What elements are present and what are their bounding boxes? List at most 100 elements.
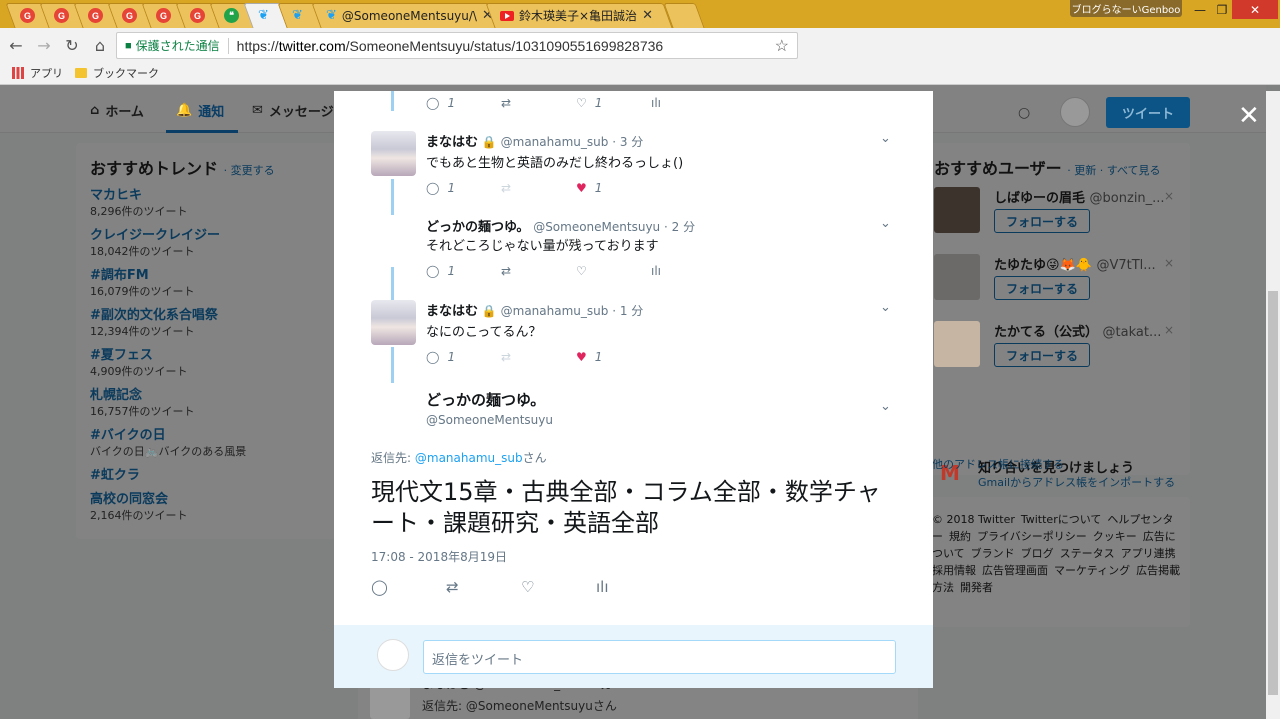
main-tweet-text: 現代文15章・古典全部・コラム全部・数学チャート・課題研究・英語全部 bbox=[371, 478, 881, 537]
dismiss-icon[interactable]: × bbox=[1164, 323, 1174, 337]
footer-link[interactable]: Twitterについて bbox=[1021, 513, 1102, 526]
footer-link[interactable]: ブランド bbox=[971, 547, 1015, 560]
footer-links: © 2018 Twitter Twitterについて ヘルプセンター 規約 プライバシー… bbox=[926, 497, 1190, 627]
follow-button[interactable]: フォローする bbox=[994, 276, 1090, 300]
reply-input[interactable]: 返信をツイート bbox=[423, 640, 896, 674]
avatar[interactable] bbox=[934, 187, 980, 233]
follow-button[interactable]: フォローする bbox=[994, 343, 1090, 367]
bookmark-folder[interactable]: ブックマーク bbox=[93, 65, 159, 81]
reload-icon[interactable]: ↻ bbox=[60, 36, 84, 55]
trend-item[interactable]: 札幌記念 16,757件のツイート bbox=[90, 384, 322, 419]
other-address-book-link[interactable]: 他のアドレス帳に接続する bbox=[932, 456, 1064, 472]
like-icon[interactable]: ♡ 1 bbox=[576, 96, 651, 110]
window-close-button[interactable]: ✕ bbox=[1232, 0, 1278, 19]
back-icon[interactable]: ← bbox=[4, 36, 28, 55]
nav-notifications[interactable]: 🔔 通知 bbox=[176, 101, 224, 120]
footer-link[interactable]: 開発者 bbox=[960, 581, 993, 594]
like-icon[interactable]: ♥ 1 bbox=[576, 350, 651, 364]
footer-link[interactable]: ステータス bbox=[1060, 547, 1115, 560]
follow-button[interactable]: フォローする bbox=[994, 209, 1090, 233]
bookmark-star-icon[interactable]: ☆ bbox=[775, 36, 789, 56]
trend-item[interactable]: マカヒキ 8,296件のツイート bbox=[90, 184, 322, 219]
tweet-actions: ◯ 1 ⇄ ♥ 1 bbox=[426, 181, 726, 195]
lock-icon: 🔒 bbox=[481, 135, 497, 149]
scrollbar[interactable] bbox=[1266, 91, 1280, 719]
browser-toolbar: ← → ↻ ⌂ ■ 保護された通信 https://twitter.com/So… bbox=[0, 28, 1280, 80]
avatar[interactable] bbox=[934, 254, 980, 300]
footer-link[interactable]: プライバシーポリシー bbox=[977, 530, 1087, 543]
avatar[interactable] bbox=[1060, 97, 1090, 127]
chevron-down-icon[interactable]: ⌄ bbox=[880, 399, 891, 414]
reply-icon[interactable]: ◯ 1 bbox=[426, 350, 501, 364]
search-icon[interactable]: ○ bbox=[1018, 105, 1030, 121]
footer-link[interactable]: アプリ連携 bbox=[1121, 547, 1176, 560]
footer-link[interactable]: 広告管理画面 bbox=[982, 564, 1048, 577]
apps-icon[interactable] bbox=[12, 67, 24, 79]
avatar[interactable] bbox=[371, 387, 416, 432]
analytics-icon[interactable]: ılı bbox=[651, 264, 726, 278]
tab-content[interactable]: ❦ @SomeoneMentsuyu/\ ✕ bbox=[326, 3, 496, 28]
retweet-icon[interactable]: ⇄ bbox=[501, 181, 576, 195]
main-tweet-actions: ◯ ⇄ ♡ ılı bbox=[371, 578, 671, 596]
footer-link[interactable]: 採用情報 bbox=[932, 564, 976, 577]
retweet-icon[interactable]: ⇄ bbox=[501, 96, 576, 110]
google-plus-icon: G bbox=[122, 8, 137, 23]
replying-to-link[interactable]: @manahamu_sub bbox=[415, 451, 523, 465]
footer-link[interactable]: © 2018 Twitter bbox=[932, 513, 1015, 526]
secure-label: 保護された通信 bbox=[135, 39, 220, 53]
scrollbar-thumb[interactable] bbox=[1268, 291, 1278, 695]
suggested-user: たゆたゆ😜🦊🐥 @V7tTl... フォローする × bbox=[934, 254, 1182, 312]
suggested-user: しばゆーの眉毛 @bonzin_... フォローする × bbox=[934, 187, 1182, 245]
nav-messages[interactable]: ✉ メッセージ bbox=[252, 101, 334, 120]
retweet-icon[interactable]: ⇄ bbox=[501, 350, 576, 364]
avatar[interactable] bbox=[371, 131, 416, 176]
avatar[interactable] bbox=[371, 216, 416, 261]
tab-content[interactable]: 鈴木瑛美子×亀田誠治 ✕ bbox=[500, 3, 670, 28]
chevron-down-icon[interactable]: ⌄ bbox=[880, 131, 891, 146]
analytics-icon[interactable]: ılı bbox=[651, 96, 726, 110]
footer-link[interactable]: 規約 bbox=[949, 530, 971, 543]
trend-item[interactable]: #虹クラ bbox=[90, 464, 322, 483]
trend-item[interactable]: 高校の同窓会 2,164件のツイート bbox=[90, 488, 322, 523]
trend-item[interactable]: #バイクの日 バイクの日🚲バイクのある風景 bbox=[90, 424, 322, 459]
address-bar[interactable]: ■ 保護された通信 https://twitter.com/SomeoneMen… bbox=[116, 32, 798, 59]
trend-item[interactable]: #副次的文化系合唱祭 12,394件のツイート bbox=[90, 304, 322, 339]
main-tweet-timestamp[interactable]: 17:08 - 2018年8月19日 bbox=[371, 548, 507, 565]
like-icon[interactable]: ♥ 1 bbox=[576, 181, 651, 195]
chevron-down-icon[interactable]: ⌄ bbox=[880, 300, 891, 315]
bookmarks-bar: アプリ ブックマーク bbox=[0, 62, 1280, 85]
reply-icon[interactable]: ◯ 1 bbox=[426, 264, 501, 278]
chevron-down-icon[interactable]: ⌄ bbox=[880, 216, 891, 231]
profile-chip[interactable]: ブログらなーいGenboo bbox=[1070, 0, 1182, 17]
bookmark-apps[interactable]: アプリ bbox=[30, 65, 63, 81]
avatar[interactable] bbox=[371, 300, 416, 345]
close-icon[interactable]: ✕ bbox=[1238, 101, 1260, 131]
reply-icon[interactable]: ◯ 1 bbox=[426, 181, 501, 195]
tweet-button[interactable]: ツイート bbox=[1106, 97, 1190, 128]
trend-item[interactable]: #調布FM 16,079件のツイート bbox=[90, 264, 322, 299]
forward-icon[interactable]: → bbox=[32, 36, 56, 55]
avatar[interactable] bbox=[934, 321, 980, 367]
trends-change-link[interactable]: · 変更する bbox=[224, 164, 275, 177]
trend-item[interactable]: クレイジークレイジー 18,042件のツイート bbox=[90, 224, 322, 259]
like-icon[interactable]: ♡ bbox=[521, 578, 596, 596]
google-plus-icon: G bbox=[88, 8, 103, 23]
who-to-follow-links[interactable]: · 更新 · すべて見る bbox=[1067, 164, 1160, 177]
reply-icon[interactable]: ◯ bbox=[371, 578, 446, 596]
tab-close-icon[interactable]: ✕ bbox=[642, 8, 653, 23]
footer-link[interactable]: クッキー bbox=[1093, 530, 1137, 543]
dismiss-icon[interactable]: × bbox=[1164, 189, 1174, 203]
dismiss-icon[interactable]: × bbox=[1164, 256, 1174, 270]
avatar bbox=[377, 639, 409, 671]
trend-item[interactable]: #夏フェス 4,909件のツイート bbox=[90, 344, 322, 379]
nav-home[interactable]: ⌂ ホーム bbox=[90, 101, 144, 120]
footer-link[interactable]: ブログ bbox=[1021, 547, 1054, 560]
retweet-icon[interactable]: ⇄ bbox=[446, 578, 521, 596]
home-icon[interactable]: ⌂ bbox=[88, 36, 112, 55]
reply-icon[interactable]: ◯ 1 bbox=[426, 96, 501, 110]
retweet-icon[interactable]: ⇄ bbox=[501, 264, 576, 278]
like-icon[interactable]: ♡ bbox=[576, 264, 651, 278]
footer-link[interactable]: マーケティング bbox=[1054, 564, 1130, 577]
analytics-icon[interactable]: ılı bbox=[596, 578, 671, 596]
tab-strip: G G G G G G ❝ ❦ ❦ ❦ @SomeoneMentsuyu/\ ✕ 鈴木瑛美子×亀田誠治 ✕… bbox=[0, 0, 1280, 28]
